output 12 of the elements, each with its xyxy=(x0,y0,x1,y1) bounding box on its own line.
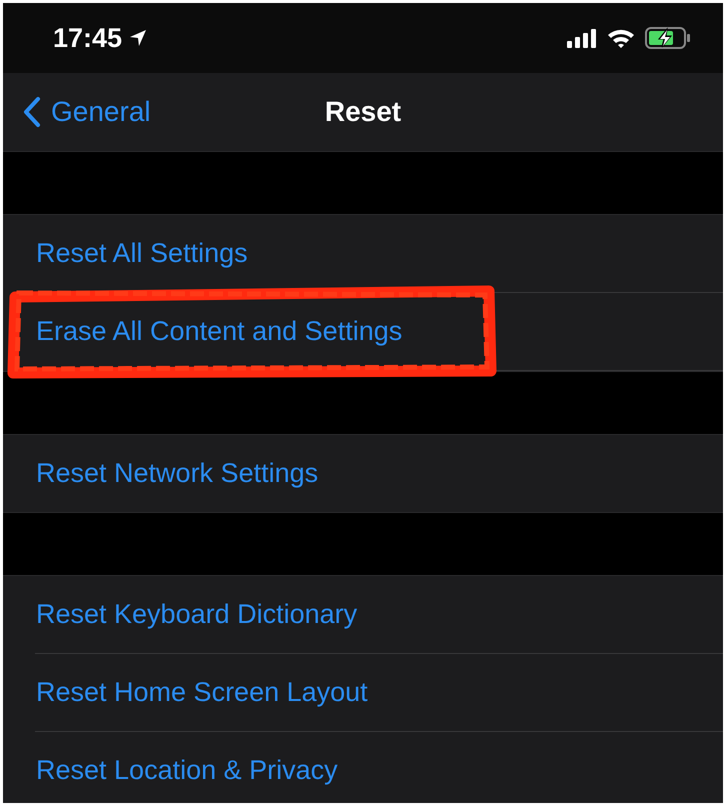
chevron-left-icon xyxy=(23,96,41,128)
settings-row[interactable]: Reset Network Settings xyxy=(35,435,723,512)
settings-row[interactable]: Erase All Content and Settings xyxy=(35,293,723,371)
settings-row[interactable]: Reset Keyboard Dictionary xyxy=(35,576,723,654)
settings-row[interactable]: Reset Location & Privacy xyxy=(35,732,723,803)
settings-row[interactable]: Reset All Settings xyxy=(35,215,723,293)
wifi-icon xyxy=(607,28,635,48)
signal-icon xyxy=(567,28,597,48)
back-button[interactable]: General xyxy=(3,95,157,129)
settings-row[interactable]: Reset Home Screen Layout xyxy=(35,654,723,732)
clock-time: 17:45 xyxy=(53,22,122,54)
screen-title: Reset xyxy=(324,96,402,127)
